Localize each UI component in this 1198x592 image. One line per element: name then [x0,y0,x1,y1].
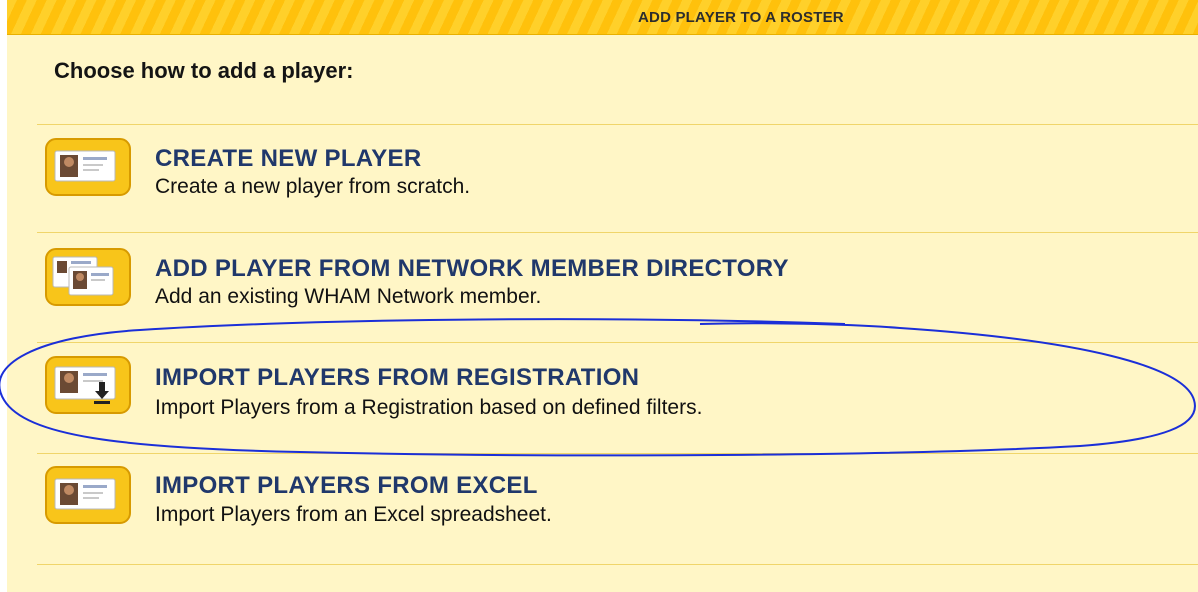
divider [37,342,1198,343]
choose-prompt: Choose how to add a player: [54,58,354,83]
divider [37,453,1198,454]
divider [37,232,1198,233]
panel-header: ADD PLAYER TO A ROSTER [7,0,1198,35]
option-description: Import Players from a Registration based… [155,396,703,419]
option-title[interactable]: IMPORT PLAYERS FROM EXCEL [155,472,538,500]
option-title[interactable]: CREATE NEW PLAYER [155,145,421,173]
divider [37,564,1198,565]
player-card-icon [45,138,131,196]
directory-cards-icon [45,248,131,306]
option-import-from-registration[interactable]: IMPORT PLAYERS FROM REGISTRATION Import … [37,350,1157,436]
option-description: Import Players from an Excel spreadsheet… [155,503,552,526]
panel-header-title: ADD PLAYER TO A ROSTER [638,9,844,26]
option-create-new-player[interactable]: CREATE NEW PLAYER Create a new player fr… [37,132,1157,218]
player-card-download-icon [45,356,131,414]
option-description: Create a new player from scratch. [155,175,471,198]
player-card-icon [45,466,131,524]
divider [37,124,1198,125]
option-title[interactable]: IMPORT PLAYERS FROM REGISTRATION [155,364,639,392]
option-import-from-excel[interactable]: IMPORT PLAYERS FROM EXCEL Import Players… [37,460,1157,546]
add-player-panel: ADD PLAYER TO A ROSTER Choose how to add… [7,0,1198,592]
option-description: Add an existing WHAM Network member. [155,285,542,308]
option-add-from-directory[interactable]: ADD PLAYER FROM NETWORK MEMBER DIRECTORY… [37,242,1157,328]
option-title[interactable]: ADD PLAYER FROM NETWORK MEMBER DIRECTORY [155,255,789,283]
